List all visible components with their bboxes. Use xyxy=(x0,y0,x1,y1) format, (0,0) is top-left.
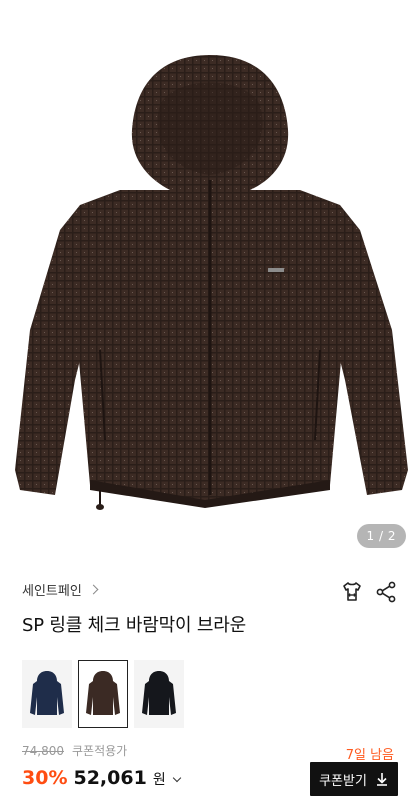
brand-name: 세인트페인 xyxy=(22,583,82,599)
price-details-toggle[interactable]: 30% 52,061 원 xyxy=(22,767,181,789)
original-price: 74,800 xyxy=(22,743,64,758)
color-option-black[interactable] xyxy=(134,660,184,728)
shirt-size-icon xyxy=(343,582,361,601)
color-option-navy[interactable] xyxy=(22,660,72,728)
price-block: 74,800 쿠폰적용가 30% 52,061 원 xyxy=(22,742,181,789)
download-icon xyxy=(376,773,387,786)
discount-rate: 30% xyxy=(22,767,68,789)
chevron-right-icon xyxy=(88,584,99,594)
currency-unit: 원 xyxy=(152,772,166,788)
coupon-button-label: 쿠폰받기 xyxy=(319,773,367,789)
product-image[interactable]: 1 / 2 xyxy=(0,0,420,560)
share-button[interactable] xyxy=(374,580,398,604)
jacket-thumbnail xyxy=(86,671,120,715)
coupon-price-label: 쿠폰적용가 xyxy=(72,744,128,758)
color-option-brown[interactable] xyxy=(78,660,128,728)
final-price: 52,061 xyxy=(73,767,147,789)
image-pager: 1 / 2 xyxy=(356,524,406,548)
color-options xyxy=(22,660,184,728)
chevron-down-icon xyxy=(172,773,181,783)
size-guide-button[interactable] xyxy=(340,580,364,604)
coupon-days-left: 7일 남음 xyxy=(345,748,394,763)
coupon-download-button[interactable]: 쿠폰받기 xyxy=(310,762,398,796)
brand-link[interactable]: 세인트페인 xyxy=(22,578,99,600)
jacket-thumbnail xyxy=(30,671,64,715)
share-icon xyxy=(376,581,396,603)
jacket-thumbnail xyxy=(142,671,176,715)
jacket-illustration xyxy=(15,55,408,510)
product-title: SP 링클 체크 바람막이 브라운 xyxy=(22,615,246,636)
